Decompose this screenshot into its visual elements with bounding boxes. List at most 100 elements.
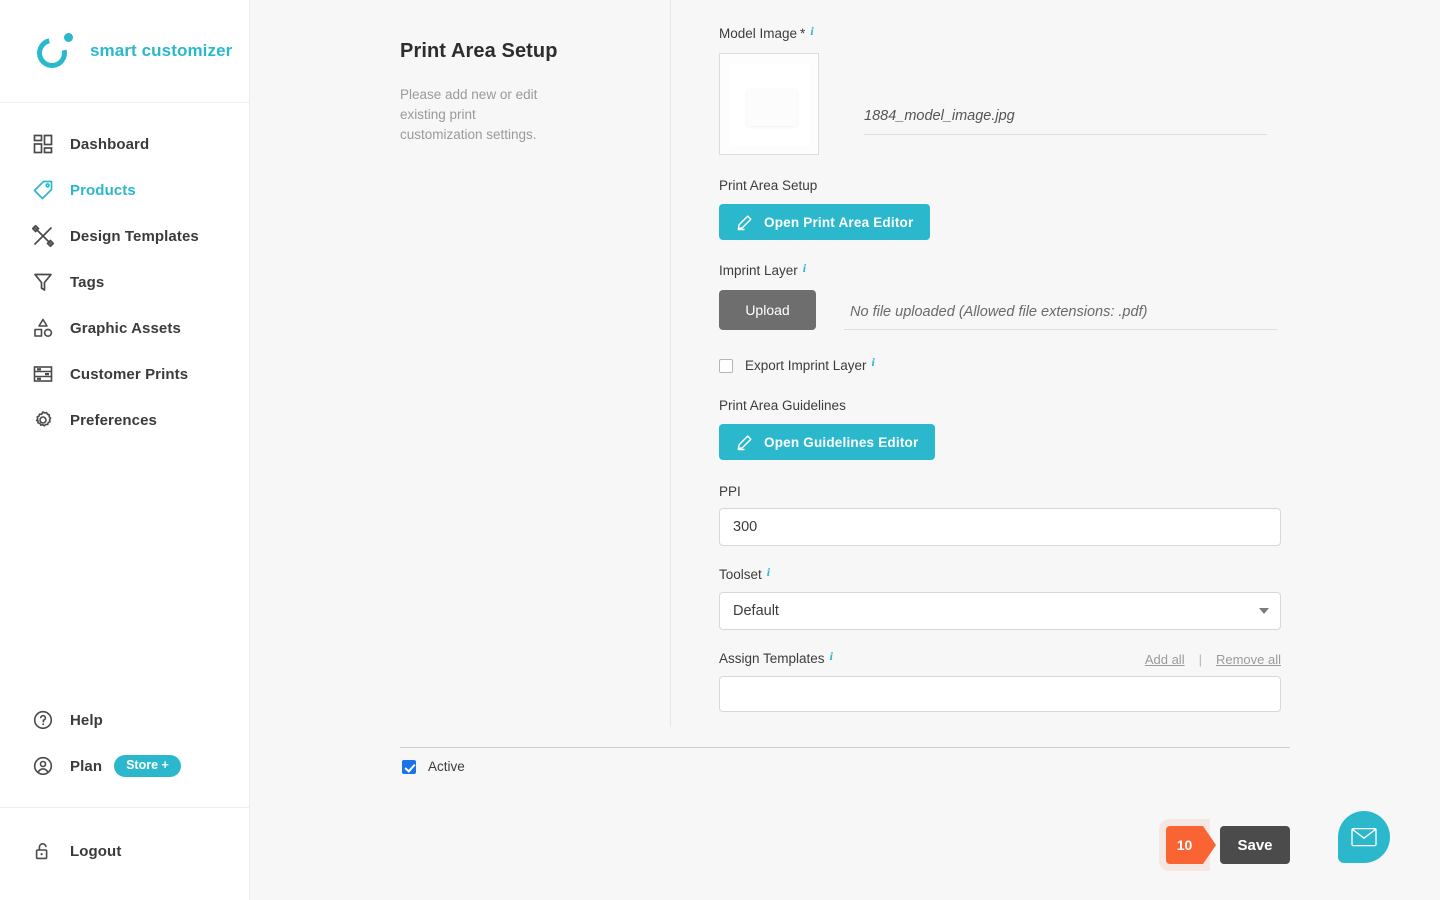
imprint-layer-label-row: Imprint Layer i [719, 260, 1281, 279]
toolset-select[interactable]: Default [719, 592, 1281, 630]
upload-button[interactable]: Upload [719, 290, 816, 330]
chat-support-button[interactable] [1338, 811, 1390, 863]
info-icon[interactable]: i [767, 564, 770, 580]
sidebar: smart customizer Dashboard Products Desi… [0, 0, 250, 900]
model-image-filename-input[interactable] [864, 108, 1267, 135]
model-image-row [719, 53, 1281, 155]
button-label: Open Guidelines Editor [764, 434, 919, 450]
print-area-setup-label: Print Area Setup [719, 178, 818, 193]
sidebar-item-dashboard[interactable]: Dashboard [0, 121, 249, 167]
save-row: 10 Save [400, 826, 1290, 864]
pencil-icon [736, 214, 753, 231]
field-assign-templates: Assign Templates i Add all | Remove all [719, 648, 1281, 712]
model-image-label: Model Image [719, 26, 798, 41]
print-area-guidelines-label: Print Area Guidelines [719, 398, 846, 413]
tag-icon [32, 178, 60, 202]
export-imprint-layer-checkbox[interactable] [719, 358, 733, 373]
export-imprint-layer-label: Export Imprint Layer [745, 358, 867, 373]
footer-divider [400, 747, 1290, 748]
thumbnail-product-shape [747, 89, 797, 126]
action-separator: | [1198, 652, 1202, 667]
shapes-icon [32, 316, 60, 340]
active-label: Active [428, 759, 465, 774]
ppi-label: PPI [719, 484, 741, 499]
field-imprint-layer: Imprint Layer i Upload [719, 260, 1281, 330]
toolset-selected-value: Default [733, 603, 779, 619]
field-export-imprint-layer[interactable]: Export Imprint Layer i [719, 355, 1281, 373]
plan-store-badge[interactable]: Store + [114, 755, 181, 777]
sidebar-item-label: Products [70, 181, 136, 199]
info-icon[interactable]: i [872, 355, 875, 370]
gear-icon [32, 408, 60, 432]
assign-templates-label: Assign Templates [719, 651, 825, 666]
sidebar-item-graphic-assets[interactable]: Graphic Assets [0, 305, 249, 351]
unlock-icon [32, 839, 60, 863]
assign-templates-label-row: Assign Templates i [719, 648, 833, 667]
model-image-label-row: Model Image * i [719, 23, 1281, 42]
imprint-layer-label: Imprint Layer [719, 263, 798, 278]
sidebar-item-label: Design Templates [70, 227, 199, 245]
funnel-icon [32, 270, 60, 294]
button-label: Open Print Area Editor [764, 214, 914, 230]
sidebar-item-label: Help [70, 711, 103, 729]
main-content: Print Area Setup Please add new or edit … [250, 0, 1440, 900]
sidebar-item-tags[interactable]: Tags [0, 259, 249, 305]
sidebar-item-label: Plan [70, 757, 103, 775]
sidebar-item-help[interactable]: Help [0, 697, 249, 743]
sidebar-item-label: Tags [70, 273, 105, 291]
info-icon[interactable]: i [830, 648, 833, 664]
imprint-file-wrap [844, 290, 1281, 330]
info-icon[interactable]: i [810, 23, 813, 39]
imprint-file-input[interactable] [844, 304, 1277, 330]
sidebar-item-label: Customer Prints [70, 365, 189, 383]
toolset-label: Toolset [719, 567, 762, 582]
open-print-area-editor-button[interactable]: Open Print Area Editor [719, 204, 931, 240]
sidebar-item-logout[interactable]: Logout [0, 828, 249, 874]
field-ppi: PPI [719, 484, 1281, 546]
sidebar-item-plan[interactable]: Plan Store + [0, 743, 249, 789]
pencil-ruler-icon [32, 224, 60, 248]
field-active[interactable]: Active [402, 759, 465, 774]
count-badge: 10 [1166, 826, 1216, 864]
assign-templates-input[interactable] [719, 676, 1281, 712]
assign-templates-actions: Add all | Remove all [1145, 652, 1281, 667]
remove-all-link[interactable]: Remove all [1216, 652, 1281, 667]
imprint-upload-row: Upload [719, 290, 1281, 330]
user-circle-icon [32, 754, 60, 778]
sidebar-item-label: Logout [70, 842, 122, 860]
print-area-form: Model Image * i Print Area Setup [719, 23, 1281, 712]
active-checkbox[interactable] [402, 759, 416, 774]
column-divider [670, 0, 671, 727]
field-print-area-setup: Print Area Setup Open Print Area Editor [719, 178, 1281, 240]
grid-dashboard-icon [32, 132, 60, 156]
sidebar-item-customer-prints[interactable]: Customer Prints [0, 351, 249, 397]
sidebar-item-label: Dashboard [70, 135, 150, 153]
ppi-input[interactable] [719, 508, 1281, 546]
info-icon[interactable]: i [803, 260, 806, 276]
sidebar-item-design-templates[interactable]: Design Templates [0, 213, 249, 259]
question-circle-icon [32, 708, 60, 732]
toolset-select-wrap: Default [719, 592, 1281, 630]
model-image-thumbnail[interactable] [719, 53, 819, 155]
open-guidelines-editor-button[interactable]: Open Guidelines Editor [719, 424, 936, 460]
save-button[interactable]: Save [1220, 826, 1290, 864]
toolset-label-row: Toolset i [719, 564, 1281, 583]
assign-templates-header: Assign Templates i Add all | Remove all [719, 648, 1281, 667]
pencil-icon [736, 434, 753, 451]
add-all-link[interactable]: Add all [1145, 652, 1185, 667]
field-print-area-guidelines: Print Area Guidelines Open Guidelines Ed… [719, 398, 1281, 460]
layout-rows-icon [32, 362, 60, 386]
sidebar-item-products[interactable]: Products [0, 167, 249, 213]
model-image-filename-wrap [857, 53, 1281, 155]
app-root: smart customizer Dashboard Products Desi… [0, 0, 1440, 900]
sidebar-bottom: Help Plan Store + Logout [0, 697, 249, 900]
field-toolset: Toolset i Default [719, 564, 1281, 630]
required-marker: * [800, 26, 806, 41]
sidebar-nav: Dashboard Products Design Templates Tags… [0, 103, 249, 443]
sidebar-item-preferences[interactable]: Preferences [0, 397, 249, 443]
sidebar-item-label: Preferences [70, 411, 157, 429]
envelope-chat-icon [1351, 827, 1377, 847]
page-subtitle: Please add new or edit existing print cu… [400, 87, 538, 142]
page-intro: Print Area Setup Please add new or edit … [400, 40, 650, 145]
brand-header[interactable]: smart customizer [0, 0, 249, 103]
